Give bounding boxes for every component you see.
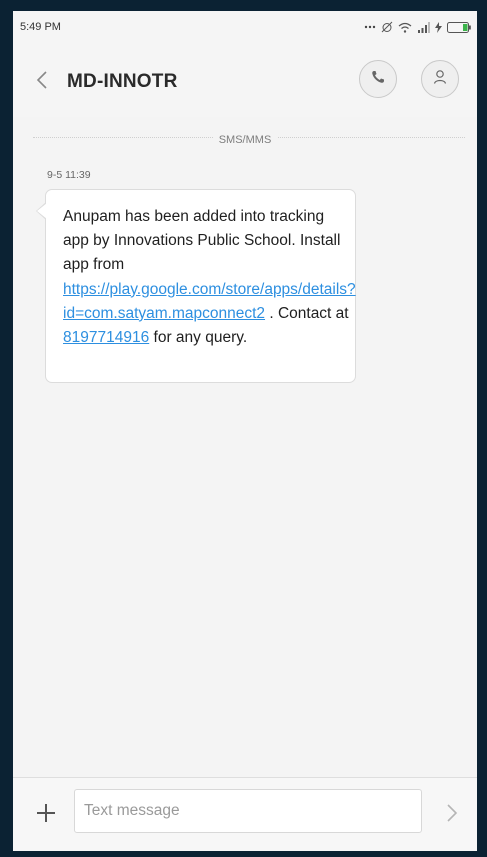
status-time: 5:49 PM <box>20 21 61 33</box>
more-dots-icon <box>364 25 376 29</box>
message-text-intro: Anupam has been added into tracking app … <box>63 208 341 274</box>
phone-screen: 5:49 PM MD-INNOTR SMS/MMS 9-5 11:39 Anup… <box>13 11 477 851</box>
message-phone-link[interactable]: 8197714916 <box>63 329 149 346</box>
status-icons <box>364 20 471 34</box>
signal-icon <box>417 21 430 33</box>
contact-name: MD-INNOTR <box>67 71 178 92</box>
message-bubble[interactable]: Anupam has been added into tracking app … <box>36 189 356 383</box>
message-text: Anupam has been added into tracking app … <box>63 205 356 350</box>
phone-call-icon <box>370 69 386 90</box>
charging-icon <box>435 21 442 33</box>
send-icon[interactable] <box>441 800 463 826</box>
conversation-header: MD-INNOTR <box>13 43 477 117</box>
status-bar: 5:49 PM <box>13 11 477 43</box>
bubble-tail <box>36 202 47 220</box>
battery-icon <box>447 21 471 33</box>
thread-separator: SMS/MMS <box>13 130 477 148</box>
text-message-input[interactable] <box>74 789 422 833</box>
alarm-off-icon <box>381 21 393 33</box>
contact-person-icon <box>433 69 447 90</box>
contact-details-button[interactable] <box>421 60 459 98</box>
composer-bar <box>13 777 477 851</box>
message-text-outro: for any query. <box>149 329 248 347</box>
separator-label: SMS/MMS <box>212 134 278 146</box>
back-icon[interactable] <box>33 67 55 93</box>
wifi-icon <box>398 22 412 33</box>
message-text-contact: . Contact at <box>265 304 349 322</box>
message-timestamp: 9-5 11:39 <box>47 169 91 181</box>
call-button[interactable] <box>359 60 397 98</box>
plus-icon[interactable] <box>33 800 59 826</box>
